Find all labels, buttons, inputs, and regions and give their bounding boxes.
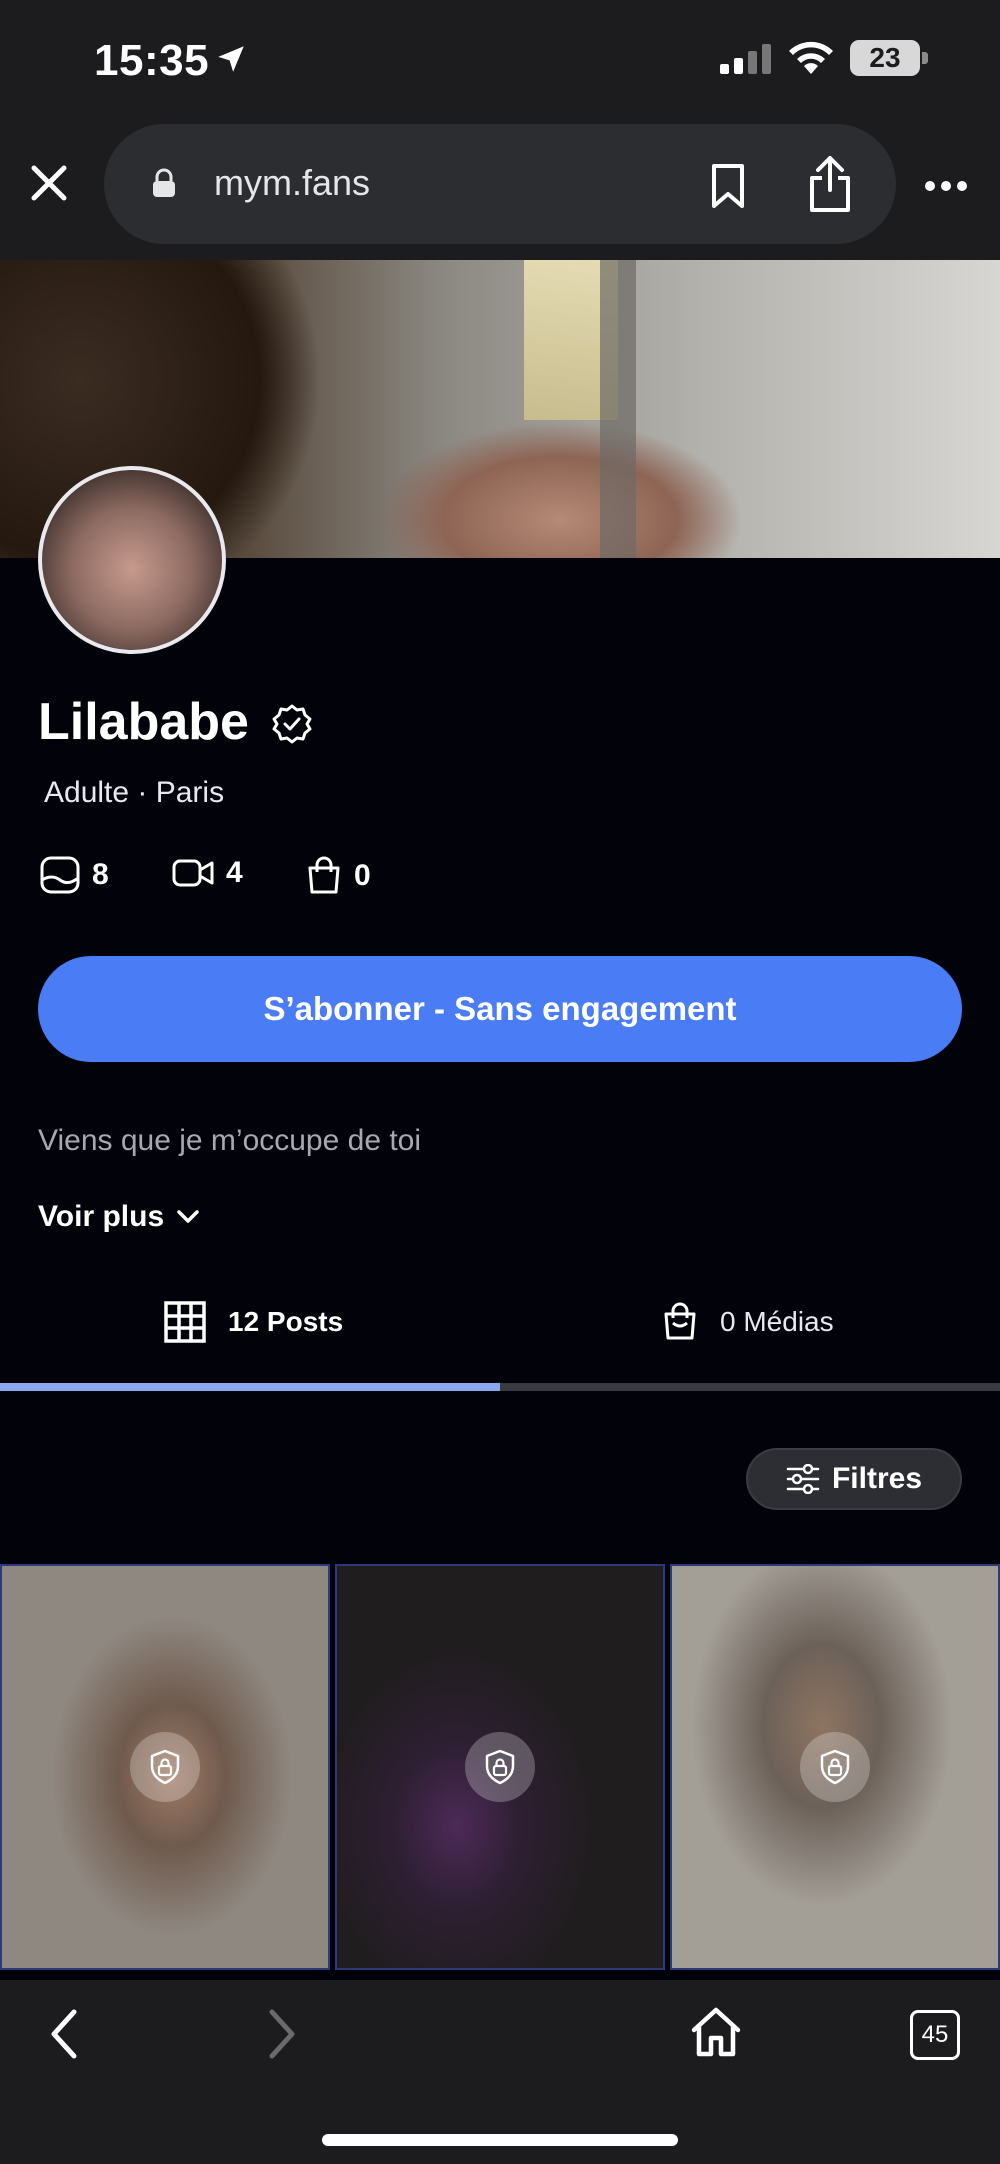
- grid-icon: [164, 1301, 206, 1343]
- address-bar[interactable]: mym.fans: [104, 124, 896, 244]
- locked-post[interactable]: [0, 1564, 330, 1970]
- status-bar: 15:35 23: [0, 0, 1000, 120]
- signal-bars-icon: [720, 44, 771, 74]
- filters-label: Filtres: [831, 1462, 923, 1495]
- stat-photos-count: 8: [92, 858, 109, 891]
- locked-post[interactable]: [335, 1564, 665, 1970]
- video-icon: [172, 859, 214, 887]
- photo-icon: [40, 856, 80, 894]
- verified-badge-icon: [272, 704, 312, 744]
- see-more-label: Voir plus: [38, 1200, 165, 1233]
- profile-bio: Viens que je m’occupe de toi: [38, 1124, 422, 1157]
- profile-meta: Adulte · Paris: [44, 776, 225, 809]
- lock-badge: [130, 1732, 200, 1802]
- lock-icon: [153, 168, 175, 197]
- tab-medias-label: 0 Médias: [720, 1306, 834, 1337]
- filters-button[interactable]: Filtres: [746, 1448, 962, 1510]
- stat-photos: 8: [40, 856, 109, 894]
- posts-grid: [0, 1564, 1000, 1980]
- shopping-bag-icon: [308, 856, 340, 894]
- forward-icon[interactable]: [264, 2006, 300, 2062]
- tab-medias[interactable]: 0 Médias: [662, 1290, 834, 1354]
- url-text: mym.fans: [214, 162, 371, 203]
- wifi-icon: [789, 41, 833, 74]
- stat-videos-count: 4: [226, 856, 243, 889]
- stat-purchases-count: 0: [354, 859, 371, 892]
- status-time: 15:35: [94, 36, 210, 85]
- cover-detail: [600, 260, 636, 558]
- more-icon[interactable]: [924, 180, 968, 192]
- tab-posts[interactable]: 12 Posts: [164, 1290, 343, 1354]
- shield-lock-icon: [150, 1749, 180, 1785]
- stat-videos: 4: [172, 856, 243, 890]
- tab-active-indicator: [0, 1383, 500, 1391]
- close-icon[interactable]: [26, 160, 72, 206]
- shield-lock-icon: [820, 1749, 850, 1785]
- subscribe-button[interactable]: S’abonner - Sans engagement: [38, 956, 962, 1062]
- battery-tip: [922, 52, 928, 64]
- tabs-icon[interactable]: 45: [910, 2010, 960, 2060]
- avatar[interactable]: [38, 466, 226, 654]
- share-icon[interactable]: [806, 154, 854, 214]
- browser-toolbar: mym.fans: [0, 120, 1000, 260]
- home-indicator[interactable]: [322, 2134, 678, 2146]
- chevron-down-icon: [177, 1210, 199, 1223]
- lock-badge: [800, 1732, 870, 1802]
- shopping-bag-icon: [664, 1302, 696, 1340]
- back-icon[interactable]: [46, 2006, 82, 2062]
- bookmark-icon[interactable]: [708, 162, 748, 210]
- shield-lock-icon: [485, 1749, 515, 1785]
- sliders-icon: [786, 1464, 820, 1494]
- stat-purchases: 0: [306, 856, 371, 896]
- locked-post[interactable]: [670, 1564, 1000, 1970]
- content-tabs: 12 Posts 0 Médias: [0, 1290, 1000, 1390]
- tab-posts-label: 12 Posts: [228, 1306, 344, 1337]
- profile-name: Lilababe: [38, 693, 249, 751]
- see-more-button[interactable]: Voir plus: [38, 1200, 200, 1234]
- lock-badge: [465, 1732, 535, 1802]
- battery-icon: 23: [850, 40, 920, 76]
- location-arrow-icon: [218, 46, 244, 72]
- home-icon[interactable]: [690, 2006, 742, 2058]
